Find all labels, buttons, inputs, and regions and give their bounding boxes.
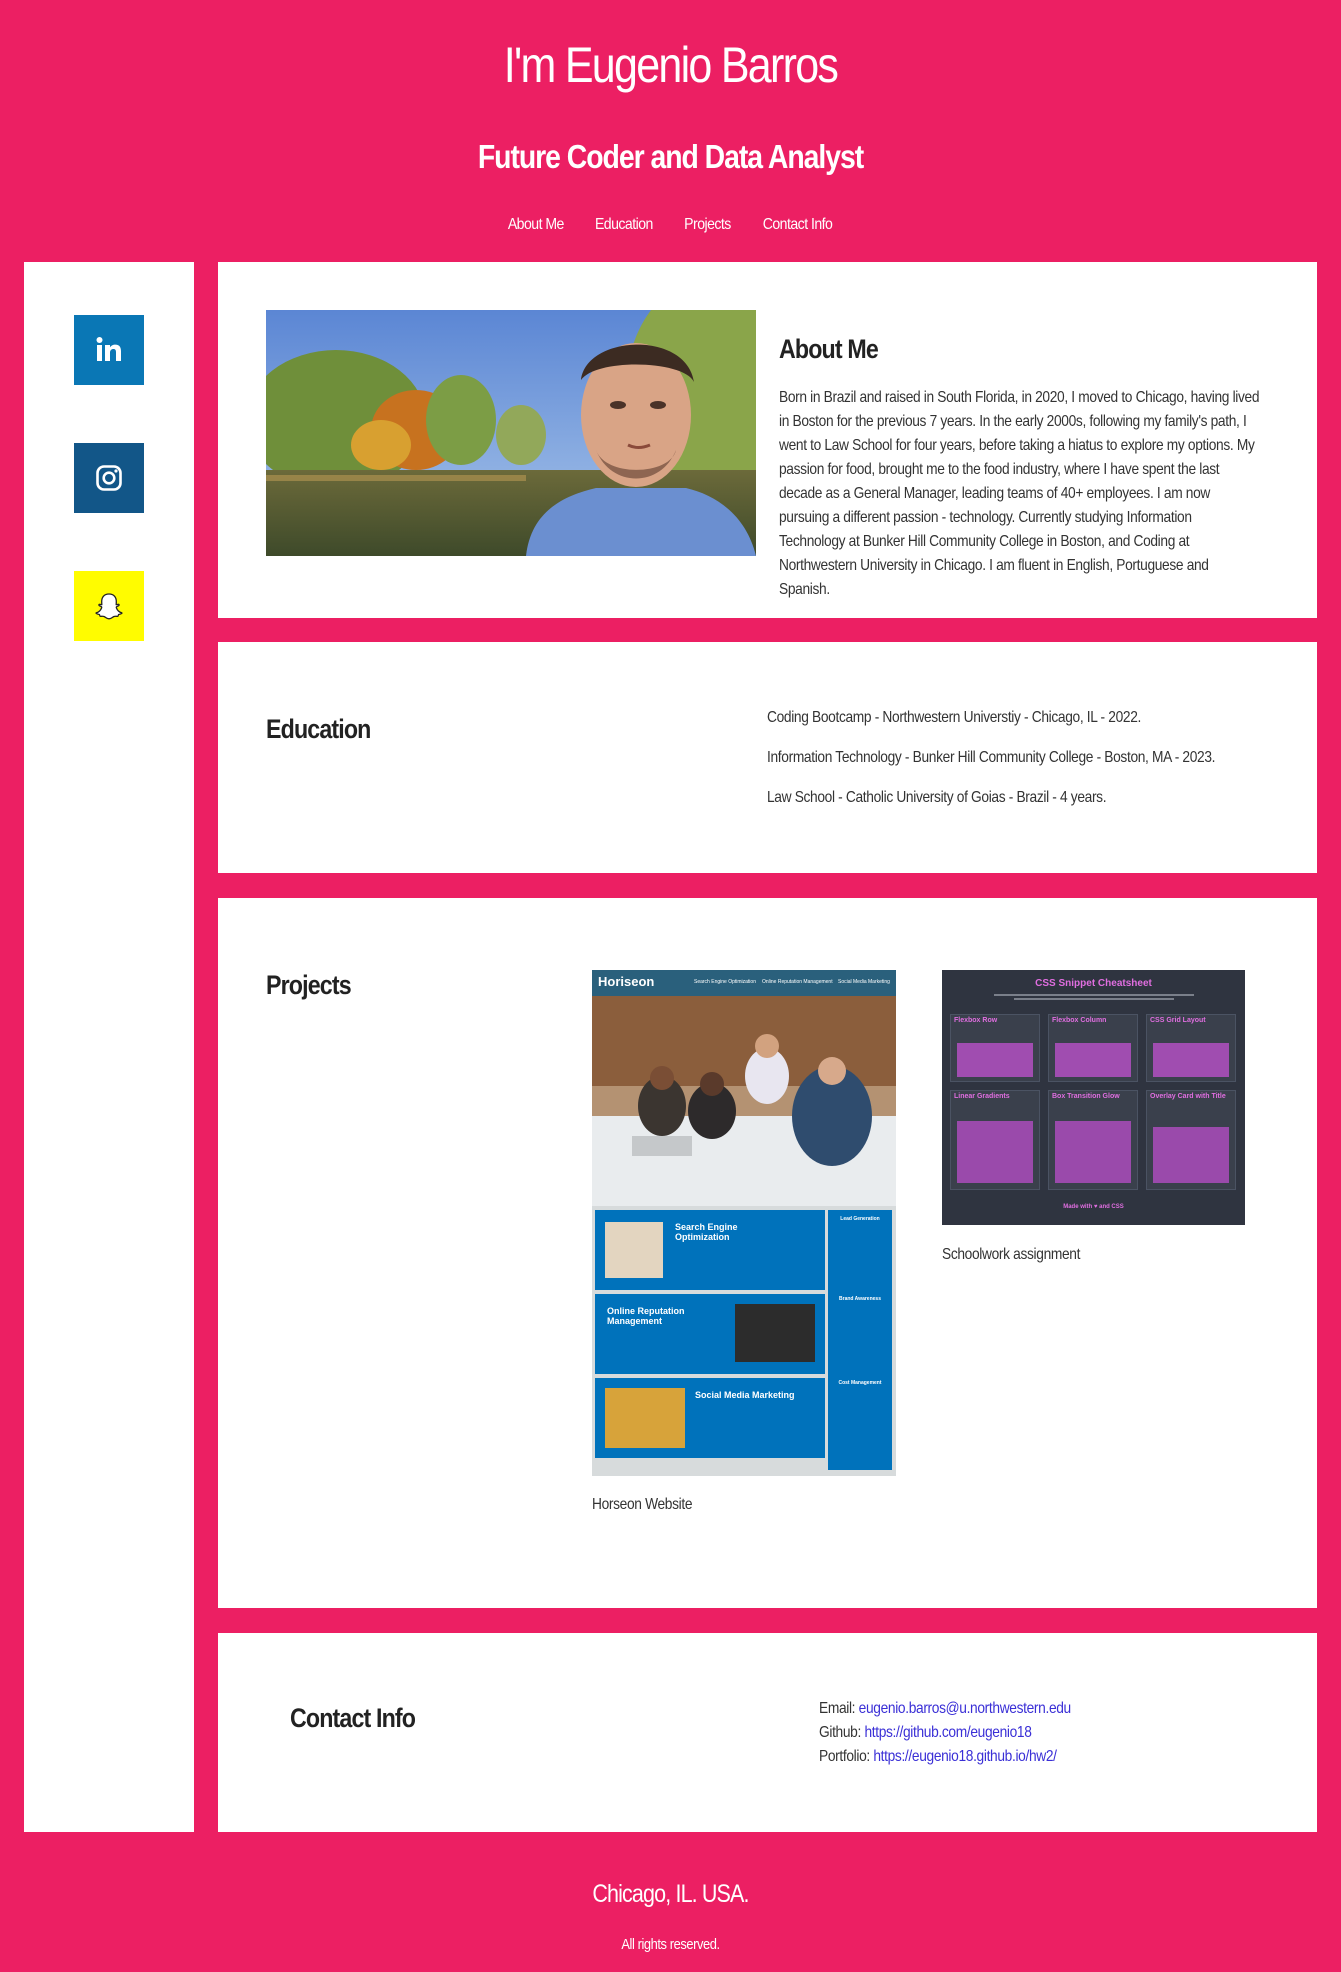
thumb-card-title: CSS Grid Layout (1150, 1017, 1206, 1024)
github-label: Github: (819, 1724, 865, 1741)
thumb-card-title: Social Media Marketing (695, 1390, 795, 1400)
horiseon-caption: Horseon Website (592, 1496, 693, 1513)
education-item: Information Technology - Bunker Hill Com… (767, 749, 1216, 766)
contact-heading: Contact Info (290, 1703, 416, 1733)
thumb-card-title: Flexbox Row (954, 1017, 998, 1024)
education-item: Coding Bootcamp - Northwestern Universti… (767, 709, 1141, 726)
horiseon-project-thumbnail[interactable]: Horiseon Search Engine Optimization Onli… (592, 970, 896, 1476)
main-nav: About Me Education Projects Contact Info (0, 216, 1341, 234)
snapchat-icon (95, 593, 123, 620)
education-list: Coding Bootcamp - Northwestern Universti… (767, 708, 1216, 828)
email-label: Email: (819, 1700, 859, 1717)
thumb-title: CSS Snippet Cheatsheet (1035, 978, 1152, 989)
education-heading: Education (266, 714, 371, 744)
page-title: I'm Eugenio Barros (503, 37, 839, 93)
portfolio-link[interactable]: https://eugenio18.github.io/hw2/ (873, 1748, 1057, 1765)
thumb-nav-item: Search Engine Optimization (694, 979, 756, 985)
education-item: Law School - Catholic University of Goia… (767, 789, 1107, 806)
footer-location: Chicago, IL. USA. (592, 1880, 749, 1908)
email-link[interactable]: eugenio.barros@u.northwestern.edu (859, 1700, 1072, 1717)
profile-photo (266, 310, 756, 556)
thumb-cards: Search Engine Optimization Online Reputa… (595, 1210, 825, 1470)
nav-link-contact[interactable]: Contact Info (763, 216, 833, 234)
thumb-nav-item: Social Media Marketing (838, 979, 890, 985)
thumb-brand: Horiseon (598, 974, 655, 989)
thumb-hero-photo (592, 996, 896, 1206)
about-heading: About Me (779, 334, 879, 364)
contact-details: Email: eugenio.barros@u.northwestern.edu… (819, 1697, 1215, 1769)
thumb-side-title: Lead Generation (840, 1216, 880, 1222)
instagram-link[interactable] (74, 443, 144, 513)
thumb-side-column: Lead Generation Brand Awareness Cost Man… (828, 1210, 892, 1470)
linkedin-link[interactable] (74, 315, 144, 385)
thumb-header: Horiseon Search Engine Optimization Onli… (592, 970, 896, 996)
social-sidebar (24, 262, 194, 1832)
instagram-icon (96, 465, 122, 491)
nav-link-about[interactable]: About Me (508, 216, 565, 234)
github-link[interactable]: https://github.com/eugenio18 (864, 1724, 1031, 1741)
cheatsheet-caption: Schoolwork assignment (942, 1246, 1081, 1263)
thumb-side-title: Cost Management (838, 1380, 882, 1386)
portfolio-label: Portfolio: (819, 1748, 874, 1765)
linkedin-icon (96, 337, 121, 361)
thumb-footer: Made with ♥ and CSS (1063, 1204, 1124, 1210)
thumb-nav-item: Online Reputation Management (762, 979, 833, 985)
thumb-card-title: Online Reputation Management (607, 1306, 685, 1326)
thumb-card-title: Overlay Card with Title (1150, 1093, 1226, 1100)
nav-link-projects[interactable]: Projects (684, 216, 731, 234)
css-cheatsheet-project-thumbnail[interactable]: CSS Snippet Cheatsheet Flexbox Row Flexb… (942, 970, 1245, 1225)
page-subtitle: Future Coder and Data Analyst (477, 138, 864, 175)
footer-rights: All rights reserved. (621, 1936, 720, 1953)
nav-link-education[interactable]: Education (595, 216, 653, 234)
thumb-card-title: Linear Gradients (954, 1093, 1010, 1100)
projects-section: Projects Horiseon Search Engine Optimiza… (218, 898, 1317, 1608)
thumb-card-title: Flexbox Column (1052, 1017, 1107, 1024)
about-paragraph: Born in Brazil and raised in South Flori… (779, 389, 1260, 598)
contact-section: Contact Info Email: eugenio.barros@u.nor… (218, 1633, 1317, 1832)
thumb-card-title: Box Transition Glow (1052, 1093, 1120, 1100)
thumb-side-title: Brand Awareness (839, 1296, 881, 1302)
thumb-card-title: Search Engine Optimization (675, 1222, 738, 1242)
projects-heading: Projects (266, 970, 352, 1000)
snapchat-link[interactable] (74, 571, 144, 641)
education-section: Education Coding Bootcamp - Northwestern… (218, 642, 1317, 873)
about-section: About Me Born in Brazil and raised in So… (218, 262, 1317, 618)
